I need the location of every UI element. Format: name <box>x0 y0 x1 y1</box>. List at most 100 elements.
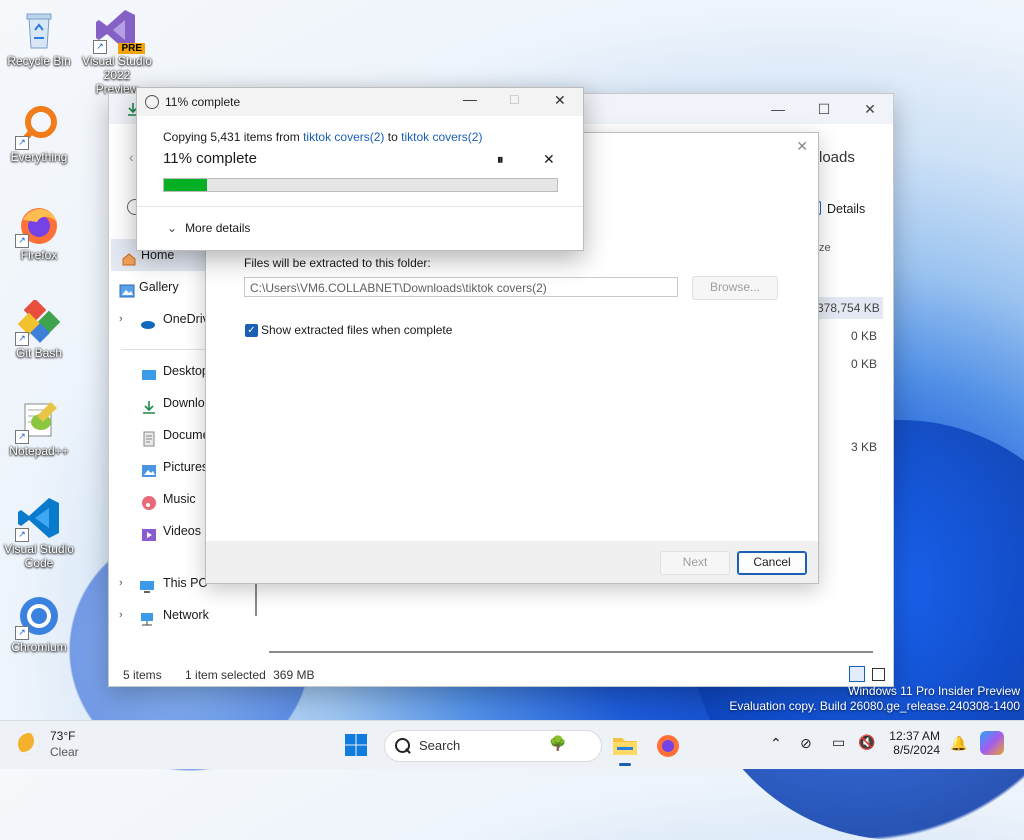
firefox-taskbar-button[interactable] <box>654 731 682 759</box>
cancel-button[interactable]: Cancel <box>737 551 807 575</box>
pre-badge: PRE <box>118 43 145 54</box>
nav-scrollbar[interactable] <box>255 582 257 616</box>
weather-condition: Clear <box>50 745 79 759</box>
display-icon[interactable]: ▭ <box>832 734 845 751</box>
copy-progress-dialog: 11% complete — ☐ ✕ Copying 5,431 items f… <box>136 87 584 251</box>
shortcut-arrow-icon: ↗ <box>93 40 107 54</box>
copilot-icon[interactable] <box>980 731 1004 755</box>
close-button[interactable]: ✕ <box>554 92 566 109</box>
browse-button[interactable]: Browse... <box>692 276 778 300</box>
volume-muted-icon[interactable]: 🔇 <box>858 734 875 751</box>
notepad-plus-plus-icon: ↗ <box>15 398 61 444</box>
show-files-checkbox[interactable]: ✓ <box>245 324 258 337</box>
shortcut-arrow-icon: ↗ <box>15 626 29 640</box>
nav-label: OneDriv <box>163 312 209 326</box>
shortcut-arrow-icon: ↗ <box>15 234 29 248</box>
extract-path-input[interactable]: C:\Users\VM6.COLLABNET\Downloads\tiktok … <box>244 277 678 297</box>
nav-label: Downlo <box>163 396 205 410</box>
file-size-cell: 0 KB <box>850 357 877 371</box>
tiles-view-icon[interactable] <box>872 668 885 681</box>
shortcut-arrow-icon: ↗ <box>15 136 29 150</box>
chevron-up-icon[interactable]: ⌃ <box>770 735 782 752</box>
progress-bar <box>163 178 558 192</box>
desktop-icon-git-bash[interactable]: ↗ Git Bash <box>3 298 75 360</box>
desktop-icon-chromium[interactable]: ↗ Chromium <box>3 594 75 654</box>
close-button[interactable]: ✕ <box>847 94 893 124</box>
downloads-folder-icon <box>141 395 157 414</box>
pause-button[interactable]: ⏸ <box>497 152 504 168</box>
desktop-icon-everything[interactable]: ↗ Everything <box>3 104 75 164</box>
details-label: Details <box>827 202 866 216</box>
nav-label: Music <box>163 492 196 506</box>
nav-label: Pictures <box>163 460 209 474</box>
back-arrow-icon[interactable]: ‹ <box>129 149 134 165</box>
copy-dialog-title: 11% complete <box>165 95 241 109</box>
firefox-icon <box>657 735 679 757</box>
chevron-right-icon[interactable]: › <box>119 599 123 631</box>
visual-studio-icon: PRE ↗ <box>93 8 145 54</box>
maximize-button[interactable]: ☐ <box>801 94 847 124</box>
shortcut-arrow-icon: ↗ <box>15 528 29 542</box>
to-word: to <box>384 130 402 144</box>
chevron-down-icon: ⌄ <box>167 221 178 235</box>
file-size-cell: 0 KB <box>850 329 877 343</box>
file-size-cell: 3 KB <box>850 440 877 454</box>
taskbar-search[interactable]: Search 🌳 <box>384 730 602 762</box>
horizontal-scrollbar[interactable] <box>269 651 873 653</box>
copy-status-text: 11% complete <box>163 150 257 167</box>
show-files-label: Show extracted files when complete <box>261 323 453 337</box>
clock[interactable]: 12:37 AM 8/5/2024 <box>880 729 940 757</box>
shortcut-arrow-icon: ↗ <box>15 332 29 346</box>
chromium-icon: ↗ <box>15 594 61 640</box>
copy-description: Copying 5,431 items from tiktok covers(2… <box>163 130 482 144</box>
destination-folder-link[interactable]: tiktok covers(2) <box>401 130 482 144</box>
gallery-icon <box>119 279 135 298</box>
status-selected: 1 item selected <box>185 668 266 682</box>
watermark-line-2: Evaluation copy. Build 26080.ge_release.… <box>729 699 1020 713</box>
nav-label: This PC <box>163 576 208 590</box>
nav-label: Videos <box>163 524 201 538</box>
nav-label: Gallery <box>139 280 179 294</box>
extract-folder-label: Files will be extracted to this folder: <box>244 256 431 270</box>
minimize-button[interactable]: — <box>463 91 477 107</box>
desktop-icon-vscode[interactable]: ↗ Visual Studio Code <box>3 496 75 570</box>
watermark-line-1: Windows 11 Pro Insider Preview <box>848 684 1020 698</box>
search-placeholder: Search <box>419 738 461 753</box>
progress-fill <box>164 179 208 191</box>
more-details-toggle[interactable]: ⌄ More details <box>167 221 250 235</box>
minimize-button[interactable]: — <box>755 94 801 124</box>
desktop-icon-label: Visual Studio Code <box>4 542 74 570</box>
file-size-cell: 378,754 KB <box>817 301 880 315</box>
shortcut-arrow-icon: ↗ <box>15 430 29 444</box>
notification-bell-icon[interactable]: 🔔 <box>950 735 967 752</box>
desktop-icon-notepad-plus-plus[interactable]: ↗ Notepad++ <box>3 398 75 458</box>
desktop-icon-firefox[interactable]: ↗ Firefox <box>3 202 75 262</box>
this-pc-icon <box>139 575 155 593</box>
status-item-count: 5 items <box>123 668 162 682</box>
more-details-label: More details <box>185 221 251 235</box>
size-column-header[interactable]: ze <box>819 242 831 254</box>
cancel-copy-button[interactable]: ✕ <box>543 151 555 168</box>
source-folder-link[interactable]: tiktok covers(2) <box>303 130 384 144</box>
documents-folder-icon <box>141 427 157 447</box>
desktop-icon-visual-studio[interactable]: PRE ↗ Visual Studio 2022 Preview <box>81 8 153 96</box>
moon-icon <box>18 733 40 755</box>
chevron-right-icon[interactable]: › <box>119 567 123 599</box>
network-off-icon[interactable]: ⊘ <box>800 735 812 752</box>
desktop-icon-label: Recycle Bin <box>7 54 71 68</box>
status-size: 369 MB <box>273 668 315 682</box>
wizard-close-icon[interactable]: ✕ <box>796 138 808 155</box>
folder-icon <box>613 738 637 755</box>
start-button[interactable] <box>344 733 368 757</box>
address-segment[interactable]: loads <box>819 149 855 166</box>
videos-folder-icon <box>141 523 157 541</box>
details-view-icon[interactable] <box>849 666 865 682</box>
file-explorer-taskbar-button[interactable] <box>611 731 639 766</box>
chevron-right-icon[interactable]: › <box>119 303 123 335</box>
next-button[interactable]: Next <box>660 551 730 575</box>
everything-search-icon: ↗ <box>15 104 61 150</box>
nav-item-network[interactable]: › Network <box>109 599 257 631</box>
desktop-icon-label: Firefox <box>20 248 58 262</box>
desktop-icon-recycle-bin[interactable]: Recycle Bin <box>3 8 75 68</box>
status-bar: 5 items 1 item selected 369 MB <box>123 668 314 682</box>
